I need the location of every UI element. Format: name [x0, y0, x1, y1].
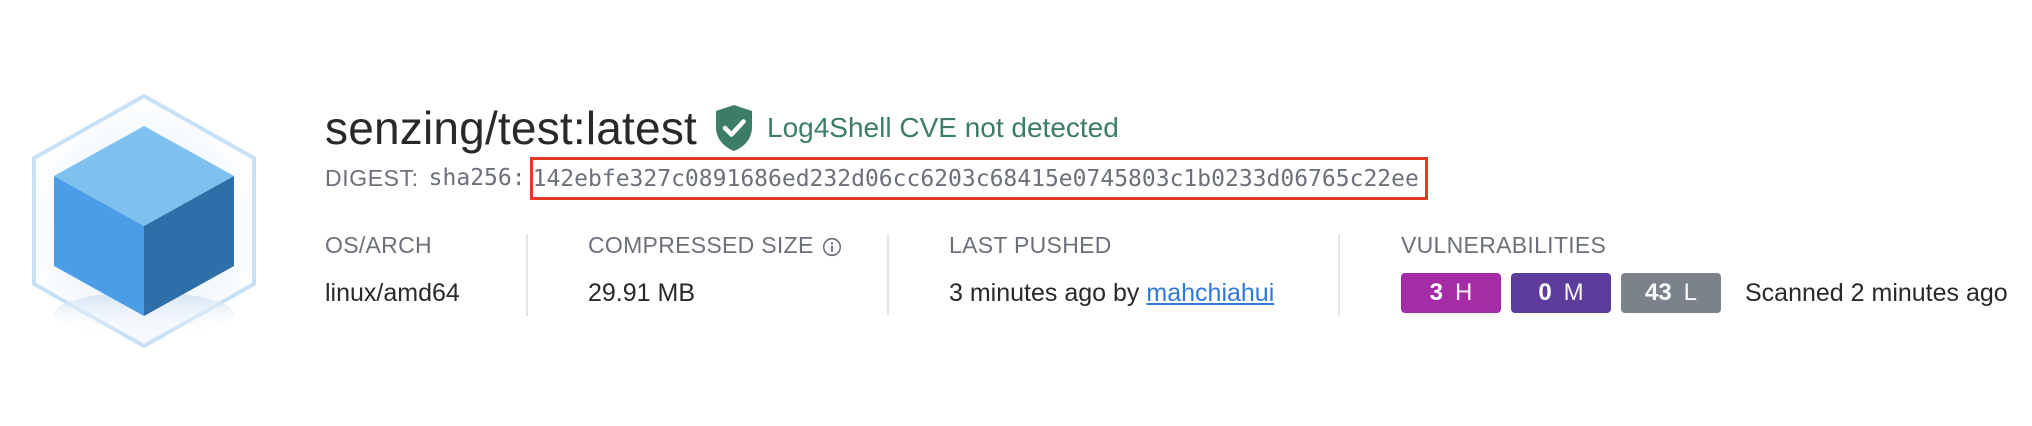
compressed-size-label: COMPRESSED SIZE — [588, 232, 814, 258]
title-row: senzing/test:latest Log4Shell CVE not de… — [325, 96, 1119, 160]
badge-count: 3 — [1429, 279, 1443, 306]
log4shell-status: Log4Shell CVE not detected — [767, 112, 1119, 143]
divider — [1338, 234, 1340, 316]
shield-check-icon — [713, 103, 755, 153]
divider — [526, 234, 528, 316]
badge-severity: H — [1455, 279, 1473, 306]
page-title: senzing/test:latest — [325, 102, 698, 154]
author-link[interactable]: mahchiahui — [1146, 279, 1274, 308]
vulnerabilities-label: VULNERABILITIES — [1401, 232, 1607, 258]
os-arch-label: OS/ARCH — [325, 232, 432, 258]
info-icon[interactable] — [822, 236, 842, 256]
badge-severity: L — [1683, 279, 1698, 306]
badge-severity: M — [1563, 279, 1584, 306]
last-pushed-label: LAST PUSHED — [949, 232, 1112, 258]
digest-label: DIGEST: — [325, 164, 419, 191]
os-arch-value: linux/amd64 — [325, 279, 460, 307]
os-arch-section: OS/ARCH linux/amd64 — [325, 232, 460, 316]
last-pushed-time: 3 minutes ago by — [949, 279, 1140, 307]
image-logo — [28, 92, 260, 352]
compressed-size-value: 29.91 MB — [588, 279, 696, 307]
medium-severity-badge[interactable]: 0 M — [1511, 273, 1611, 313]
compressed-size-section: COMPRESSED SIZE 29.91 MB — [588, 232, 842, 316]
digest-algorithm: sha256: — [428, 165, 526, 191]
high-severity-badge[interactable]: 3 H — [1401, 273, 1501, 313]
digest-hash[interactable]: 142ebfe327c0891686ed232d06cc6203c68415e0… — [529, 156, 1428, 200]
low-severity-badge[interactable]: 43 L — [1621, 273, 1721, 313]
divider — [887, 234, 889, 316]
blue-cube-icon — [32, 93, 256, 349]
last-pushed-value: 3 minutes ago by mahchiahui — [949, 279, 1274, 308]
badge-count: 43 — [1644, 279, 1672, 306]
compressed-size-header: COMPRESSED SIZE — [588, 232, 842, 259]
digest-row: DIGEST: sha256: 142ebfe327c0891686ed232d… — [325, 156, 1428, 200]
vulnerabilities-section: VULNERABILITIES 3 H 0 M 43 L Scanned 2 m… — [1401, 232, 2008, 316]
badge-count: 0 — [1538, 279, 1552, 306]
vulnerabilities-value: 3 H 0 M 43 L Scanned 2 minutes ago — [1401, 273, 2008, 313]
scanned-time: Scanned 2 minutes ago — [1745, 278, 2008, 307]
last-pushed-section: LAST PUSHED 3 minutes ago by mahchiahui — [949, 232, 1274, 316]
